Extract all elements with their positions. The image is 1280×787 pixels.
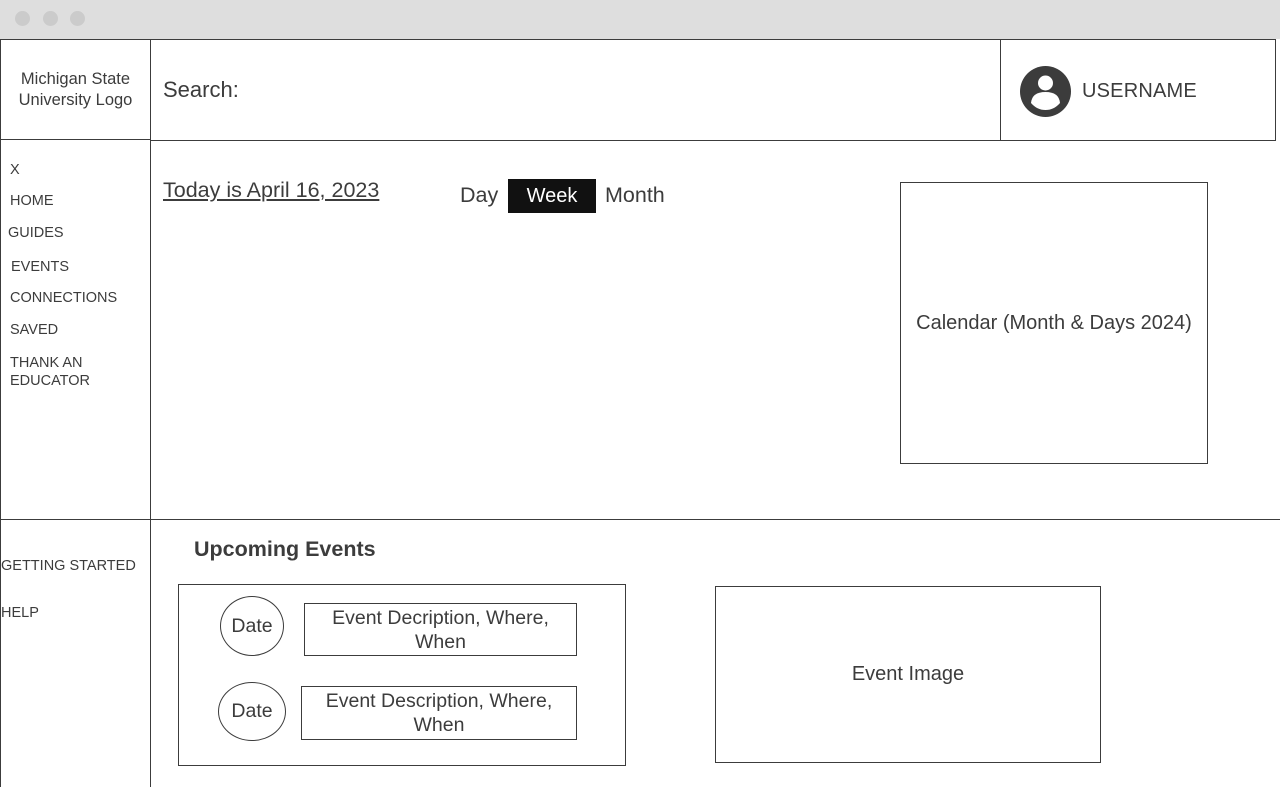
event-date-badge[interactable]: Date bbox=[220, 596, 284, 656]
sidebar-item-getting-started[interactable]: GETTING STARTED bbox=[1, 557, 136, 575]
window-titlebar bbox=[0, 0, 1280, 39]
user-panel-left-border bbox=[1000, 39, 1001, 140]
sidebar-item-home[interactable]: HOME bbox=[10, 192, 54, 210]
tab-day[interactable]: Day bbox=[460, 183, 498, 208]
sidebar-right-border bbox=[150, 39, 151, 787]
user-avatar-icon[interactable] bbox=[1020, 66, 1071, 117]
today-date-link[interactable]: Today is April 16, 2023 bbox=[163, 178, 379, 203]
sidebar-item-saved[interactable]: SAVED bbox=[10, 321, 58, 339]
sidebar-item-guides[interactable]: GUIDES bbox=[8, 224, 64, 242]
sidebar-item-help[interactable]: HELP bbox=[1, 604, 39, 622]
tab-week[interactable]: Week bbox=[508, 179, 596, 213]
sidebar-item-thank-an-educator[interactable]: THANK AN EDUCATOR bbox=[10, 354, 120, 390]
frame-left-border bbox=[0, 39, 1, 787]
calendar-placeholder-label: Calendar (Month & Days 2024) bbox=[916, 311, 1192, 334]
tab-month[interactable]: Month bbox=[605, 183, 665, 208]
search-label[interactable]: Search: bbox=[163, 77, 239, 103]
sidebar-item-connections[interactable]: CONNECTIONS bbox=[10, 289, 117, 307]
event-image[interactable]: Event Image bbox=[715, 586, 1101, 763]
university-logo[interactable]: Michigan State University Logo bbox=[1, 40, 150, 139]
window-minimize-dot[interactable] bbox=[43, 11, 58, 26]
sidebar-item-events[interactable]: EVENTS bbox=[11, 258, 69, 276]
event-date-badge[interactable]: Date bbox=[218, 682, 286, 741]
event-description[interactable]: Event Decription, Where, When bbox=[304, 603, 577, 656]
sidebar-close-button[interactable]: X bbox=[10, 161, 20, 179]
username[interactable]: USERNAME bbox=[1082, 80, 1197, 103]
section-divider bbox=[0, 519, 1280, 520]
window-close-dot[interactable] bbox=[15, 11, 30, 26]
header-bottom-border bbox=[150, 140, 1276, 141]
calendar-widget[interactable]: Calendar (Month & Days 2024) bbox=[900, 182, 1208, 464]
window-maximize-dot[interactable] bbox=[70, 11, 85, 26]
header-top-border bbox=[0, 39, 1276, 40]
user-panel-right-border bbox=[1275, 39, 1276, 140]
event-image-placeholder-label: Event Image bbox=[851, 663, 965, 685]
logo-bottom-border bbox=[0, 139, 151, 140]
event-description[interactable]: Event Description, Where, When bbox=[301, 686, 577, 740]
upcoming-events-title: Upcoming Events bbox=[194, 537, 376, 561]
